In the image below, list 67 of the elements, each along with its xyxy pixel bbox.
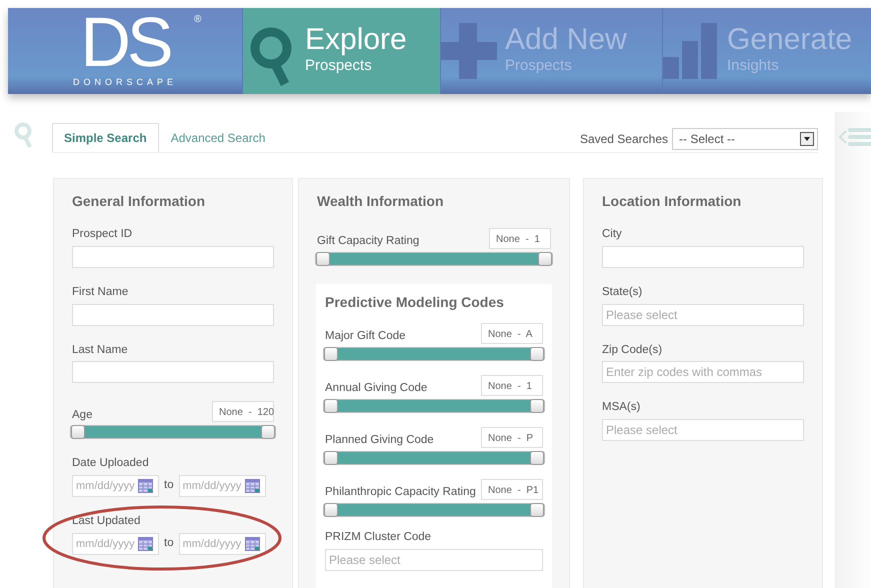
calendar-icon[interactable] — [138, 536, 153, 551]
field-label: Age — [72, 408, 92, 422]
field-label: Major Gift Code — [325, 330, 406, 344]
select-input[interactable]: Please select — [325, 548, 543, 571]
slider-handle[interactable] — [261, 425, 275, 440]
date-field[interactable]: mm/dd/yyyy — [72, 532, 159, 555]
text-input[interactable] — [72, 361, 274, 384]
range-separator: to — [164, 537, 174, 551]
text-input[interactable] — [72, 304, 274, 326]
field-label: Planned Giving Code — [325, 434, 434, 448]
field-label: Prospect ID — [72, 228, 134, 242]
slider-handle[interactable] — [71, 425, 85, 440]
slider-handle[interactable] — [530, 347, 544, 361]
range-separator: to — [164, 479, 174, 494]
date-field[interactable]: mm/dd/yyyy — [178, 475, 266, 498]
range-value: None - 1 — [489, 228, 551, 249]
calendar-icon[interactable] — [244, 479, 260, 494]
select-input[interactable]: Enter zip codes with commas — [602, 361, 804, 384]
field-label: Gift Capacity Rating — [317, 235, 420, 249]
select-input[interactable]: Please select — [602, 304, 804, 326]
calendar-icon[interactable] — [138, 479, 153, 494]
field-label: Last Name — [72, 344, 129, 358]
select-input[interactable]: Please select — [602, 419, 804, 442]
section-title: Location Information — [602, 192, 742, 211]
field-label: Annual Giving Code — [325, 382, 428, 396]
range-value: None - 120 — [212, 401, 274, 422]
calendar-icon[interactable] — [244, 536, 260, 551]
field-label: MSA(s) — [602, 401, 642, 416]
slider-handle[interactable] — [530, 451, 544, 465]
field-label: First Name — [72, 286, 130, 300]
field-label: City — [602, 228, 623, 242]
saved-searches-select[interactable]: -- Select -- — [672, 128, 818, 150]
nav-tab[interactable]: Add New Prospects — [440, 8, 662, 94]
field-label: PRIZM Cluster Code — [325, 531, 432, 545]
search-tab[interactable]: Simple Search — [52, 123, 159, 152]
range-value: None - P1 — [481, 479, 543, 500]
bar-chart-icon — [663, 23, 719, 79]
range-value: None - P — [481, 427, 543, 448]
slider-handle[interactable] — [538, 252, 552, 266]
registered-mark: ® — [194, 13, 202, 27]
section-title: Wealth Information — [317, 192, 445, 211]
range-value: None - 1 — [481, 375, 543, 396]
nav-tab[interactable]: Explore Prospects — [242, 8, 440, 94]
range-value: None - A — [481, 323, 543, 344]
text-input[interactable] — [602, 246, 804, 268]
search-tab[interactable]: Advanced Search — [158, 123, 278, 152]
logo-mark: DS — [80, 12, 170, 72]
date-field[interactable]: mm/dd/yyyy — [72, 475, 159, 498]
section-title: Predictive Modeling Codes — [325, 293, 505, 312]
section-title: General Information — [72, 192, 206, 211]
plus-icon — [441, 23, 497, 79]
slider-handle[interactable] — [324, 503, 338, 517]
slider-handle[interactable] — [530, 503, 544, 517]
slider-handle[interactable] — [324, 399, 338, 413]
slider-handle[interactable] — [316, 252, 330, 266]
date-field[interactable]: mm/dd/yyyy — [178, 532, 266, 555]
slider-handle[interactable] — [530, 399, 544, 413]
field-label: Zip Code(s) — [602, 344, 664, 358]
slider-handle[interactable] — [324, 451, 338, 465]
slider-handle[interactable] — [324, 347, 338, 361]
field-label: Date Uploaded — [72, 457, 150, 472]
text-input[interactable] — [72, 246, 274, 268]
nav-tab[interactable]: Generate Insights — [662, 8, 871, 94]
field-label: State(s) — [602, 286, 644, 300]
field-label: Philanthropic Capacity Rating — [325, 486, 476, 500]
logo-name: DONORSCAPE — [72, 76, 177, 90]
saved-searches-label: Saved Searches — [580, 131, 668, 148]
